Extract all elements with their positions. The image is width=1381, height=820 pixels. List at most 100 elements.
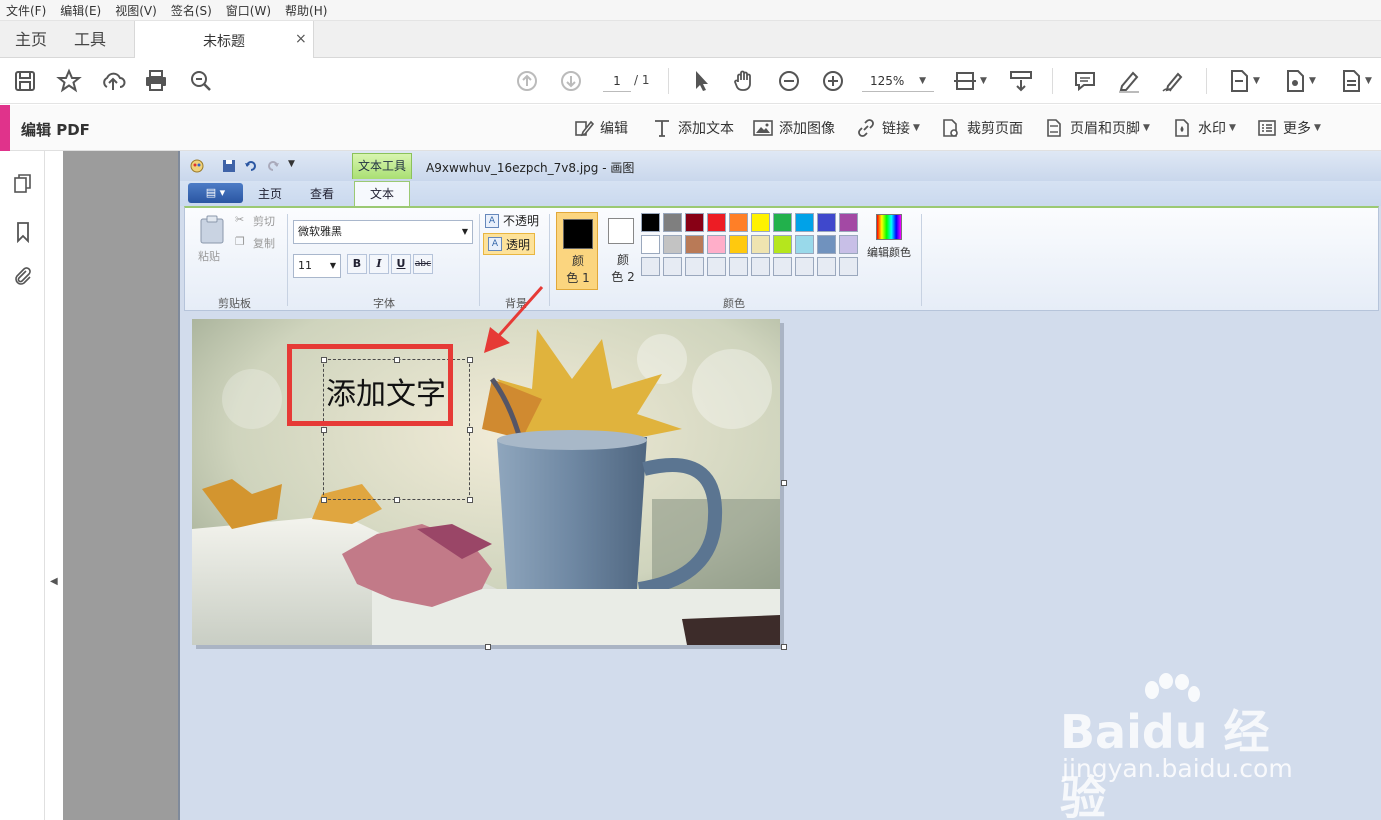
tab-document[interactable]: 未标题 ×: [134, 21, 314, 59]
zoom-out-icon[interactable]: [776, 68, 802, 94]
palette-swatch[interactable]: [773, 235, 792, 254]
palette-swatch[interactable]: [685, 235, 704, 254]
highlight-icon[interactable]: [1116, 68, 1142, 94]
select-cursor-icon[interactable]: [688, 68, 714, 94]
strikethrough-button[interactable]: abc: [413, 254, 433, 274]
watermark-button[interactable]: 水印 ▼: [1172, 117, 1236, 139]
canvas-resize-handle[interactable]: [485, 644, 491, 650]
undo-icon[interactable]: [244, 159, 258, 173]
zoom-select[interactable]: 125% ▼: [862, 70, 934, 92]
upload-cloud-icon[interactable]: [100, 68, 126, 94]
paste-icon[interactable]: [197, 214, 227, 244]
tab-tools[interactable]: 工具: [74, 21, 106, 58]
font-family-select[interactable]: 微软雅黑 ▼: [293, 220, 473, 244]
redo-icon[interactable]: [266, 159, 280, 173]
selection-handle[interactable]: [321, 427, 327, 433]
close-icon[interactable]: ×: [295, 31, 307, 47]
menu-help[interactable]: 帮助(H): [285, 2, 327, 19]
attachment-icon[interactable]: [12, 265, 34, 287]
palette-swatch[interactable]: [663, 213, 682, 232]
page-tools-icon[interactable]: [1226, 68, 1252, 94]
scroll-mode-icon[interactable]: [1008, 68, 1034, 94]
palette-swatch[interactable]: [817, 213, 836, 232]
print-icon[interactable]: [143, 68, 169, 94]
bold-button[interactable]: B: [347, 254, 367, 274]
palette-swatch[interactable]: [751, 235, 770, 254]
search-zoom-icon[interactable]: [188, 68, 214, 94]
header-footer-button[interactable]: 页眉和页脚 ▼: [1044, 117, 1150, 139]
collapse-pane-toggle[interactable]: ◀: [45, 151, 63, 820]
paint-tab-view[interactable]: 查看: [310, 185, 334, 202]
palette-swatch[interactable]: [707, 257, 726, 276]
chevron-down-icon[interactable]: ▼: [980, 76, 987, 86]
page-down-icon[interactable]: [558, 68, 584, 94]
add-text-button[interactable]: 添加文本: [652, 117, 734, 139]
link-button[interactable]: 链接 ▼: [856, 117, 920, 139]
chevron-down-icon[interactable]: ▼: [1309, 76, 1316, 86]
document-icon[interactable]: [1338, 68, 1364, 94]
palette-swatch[interactable]: [663, 257, 682, 276]
sign-pen-icon[interactable]: [1160, 68, 1186, 94]
export-page-icon[interactable]: [1282, 68, 1308, 94]
tab-home[interactable]: 主页: [15, 21, 47, 58]
bookmark-icon[interactable]: [12, 221, 34, 244]
palette-swatch[interactable]: [795, 257, 814, 276]
italic-button[interactable]: I: [369, 254, 389, 274]
pages-thumbnail-icon[interactable]: [12, 173, 34, 195]
chevron-down-icon[interactable]: ▼: [1253, 76, 1260, 86]
palette-swatch[interactable]: [817, 235, 836, 254]
palette-swatch[interactable]: [795, 213, 814, 232]
transparent-option[interactable]: A 透明: [483, 233, 536, 255]
palette-swatch[interactable]: [685, 257, 704, 276]
font-size-select[interactable]: 11 ▼: [293, 254, 341, 278]
crop-page-button[interactable]: 裁剪页面: [941, 117, 1023, 139]
canvas-resize-handle[interactable]: [781, 480, 787, 486]
selection-handle[interactable]: [467, 497, 473, 503]
paint-tab-home[interactable]: 主页: [258, 185, 282, 202]
save-icon[interactable]: [12, 68, 38, 94]
star-icon[interactable]: [56, 68, 82, 94]
selection-handle[interactable]: [321, 497, 327, 503]
palette-swatch[interactable]: [839, 257, 858, 276]
palette-swatch[interactable]: [729, 257, 748, 276]
palette-swatch[interactable]: [751, 213, 770, 232]
canvas-photo[interactable]: [192, 319, 780, 645]
palette-swatch[interactable]: [795, 235, 814, 254]
copy-icon[interactable]: ❐: [235, 235, 245, 248]
page-up-icon[interactable]: [514, 68, 540, 94]
cut-icon[interactable]: ✂: [235, 213, 244, 226]
canvas-resize-handle[interactable]: [781, 644, 787, 650]
menu-window[interactable]: 窗口(W): [226, 2, 271, 19]
hand-tool-icon[interactable]: [731, 68, 757, 94]
palette-swatch[interactable]: [707, 235, 726, 254]
chevron-down-icon[interactable]: ▼: [1365, 76, 1372, 86]
palette-swatch[interactable]: [641, 257, 660, 276]
palette-swatch[interactable]: [751, 257, 770, 276]
color-1-button[interactable]: 颜 色 1: [556, 212, 598, 290]
menu-edit[interactable]: 编辑(E): [60, 2, 101, 19]
opaque-option[interactable]: A 不透明: [485, 212, 539, 229]
palette-swatch[interactable]: [685, 213, 704, 232]
edit-button[interactable]: 编辑: [574, 117, 628, 139]
selection-handle[interactable]: [467, 427, 473, 433]
zoom-in-icon[interactable]: [820, 68, 846, 94]
color-2-button[interactable]: 颜 色 2: [602, 212, 644, 290]
palette-swatch[interactable]: [839, 235, 858, 254]
palette-swatch[interactable]: [729, 235, 748, 254]
palette-swatch[interactable]: [839, 213, 858, 232]
palette-swatch[interactable]: [773, 257, 792, 276]
fit-page-icon[interactable]: [952, 68, 978, 94]
add-image-button[interactable]: 添加图像: [753, 117, 835, 139]
more-button[interactable]: 更多 ▼: [1257, 117, 1321, 139]
quick-save-icon[interactable]: [222, 159, 236, 173]
palette-swatch[interactable]: [707, 213, 726, 232]
chevron-down-icon[interactable]: ▼: [288, 159, 295, 169]
edit-colors-button[interactable]: 编辑颜色: [861, 214, 917, 260]
menu-sign[interactable]: 签名(S): [171, 2, 212, 19]
page-number-input[interactable]: 1: [603, 70, 631, 92]
underline-button[interactable]: U: [391, 254, 411, 274]
menu-file[interactable]: 文件(F): [6, 2, 46, 19]
selection-handle[interactable]: [394, 497, 400, 503]
selection-handle[interactable]: [467, 357, 473, 363]
palette-swatch[interactable]: [641, 235, 660, 254]
